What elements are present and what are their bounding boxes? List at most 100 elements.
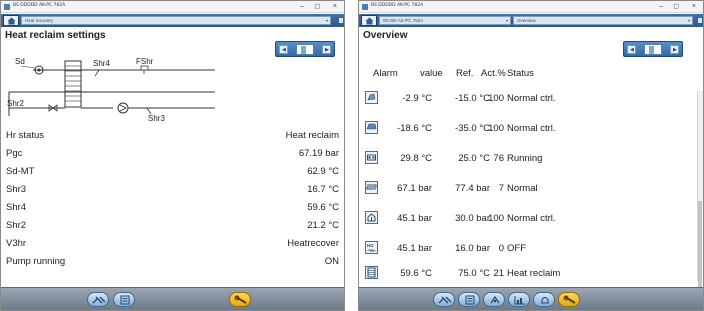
param-label: Pgc: [6, 148, 23, 159]
minimize-icon[interactable]: –: [300, 2, 304, 12]
list-button[interactable]: [113, 292, 135, 307]
param-value: 21.2 °C: [307, 220, 339, 231]
overview-row[interactable]: 45.1 bar 30.0 bar 100 Normal ctrl.: [359, 204, 703, 234]
next-page-button[interactable]: ▶: [670, 45, 679, 54]
hg-valve-icon: HG: [365, 241, 378, 254]
overview-row[interactable]: 67.1 bar 77.4 bar 7 Normal: [359, 174, 703, 204]
row-act: 0: [498, 243, 504, 254]
home-icon: [365, 17, 374, 25]
param-row-shr2[interactable]: Shr2 21.2 °C: [6, 217, 339, 235]
label-fshr: FShr: [136, 57, 154, 66]
chevron-down-icon: ▾: [687, 18, 690, 23]
row-status: OFF: [507, 243, 526, 254]
nav-scroll-right[interactable]: [698, 18, 702, 23]
navigation-bar: 00:000 AK-PC 782A ▾ Overview ▾: [359, 14, 703, 27]
footer-toolbar: [359, 287, 703, 310]
param-value: Heatrecover: [287, 238, 339, 249]
overview-row[interactable]: -2.9 °C -15.0 °C 100 Normal ctrl.: [359, 84, 703, 114]
nav-scroll-right[interactable]: [339, 18, 343, 23]
breadcrumb-label: Heat recovery: [25, 18, 54, 23]
param-label: Sd-MT: [6, 166, 35, 177]
chart-button[interactable]: [508, 292, 530, 307]
alarm-button[interactable]: [533, 292, 555, 307]
param-label: Hr status: [6, 130, 45, 141]
row-act: 100: [488, 213, 504, 224]
param-row-pgc[interactable]: Pgc 67.19 bar: [6, 145, 339, 163]
service-button[interactable]: [229, 292, 251, 307]
page-title: Overview: [363, 30, 408, 41]
next-page-button[interactable]: ▶: [322, 45, 331, 54]
maximize-icon[interactable]: ◻: [673, 2, 679, 12]
param-value: 62.9 °C: [307, 166, 339, 177]
param-label: Shr4: [6, 202, 27, 213]
vertical-scrollbar[interactable]: [697, 91, 703, 291]
scrollbar-thumb[interactable]: [698, 201, 702, 291]
home-button[interactable]: [361, 15, 377, 26]
receiver-icon: [365, 211, 378, 224]
wrench-icon: [234, 295, 247, 304]
chevron-down-icon: ▾: [505, 18, 508, 23]
prev-page-button[interactable]: ◀: [279, 45, 288, 54]
overview-window: BS DDDDD AK-PC 782A – ◻ × 00:000 AK-PC 7…: [358, 0, 704, 311]
param-row-shr3[interactable]: Shr3 16.7 °C: [6, 181, 339, 199]
defrost-icon: [490, 295, 500, 304]
row-act: 76: [493, 153, 504, 164]
param-row-shr4[interactable]: Shr4 59.6 °C: [6, 199, 339, 217]
breadcrumb-view[interactable]: Overview ▾: [513, 16, 693, 25]
chevron-down-icon: ▾: [325, 18, 328, 23]
row-status: Normal ctrl.: [507, 213, 556, 224]
param-label: Shr3: [6, 184, 27, 195]
row-act: 21: [493, 268, 504, 279]
tools-button[interactable]: [87, 292, 109, 307]
param-label: Shr2: [6, 220, 27, 231]
service-button[interactable]: [558, 292, 580, 307]
param-row-hr-status: Hr status Heat reclaim: [6, 127, 339, 145]
row-status: Normal ctrl.: [507, 93, 556, 104]
close-icon[interactable]: ×: [333, 2, 337, 12]
label-sd: Sd: [15, 57, 25, 66]
column-header-act: Act.%: [481, 68, 506, 79]
overview-row[interactable]: 29.8 °C 25.0 °C 76 Running: [359, 144, 703, 174]
heat-reclaim-icon: [365, 266, 378, 279]
cabinet-icon: [365, 91, 378, 104]
param-row-pump-running[interactable]: Pump running ON: [6, 253, 339, 271]
compressor-icon: [365, 151, 378, 164]
label-shr4: Shr4: [93, 59, 110, 68]
prev-page-button[interactable]: ◀: [627, 45, 636, 54]
arrow-left-icon: ◀: [282, 47, 286, 53]
wrench-icon: [563, 295, 576, 304]
breadcrumb-device[interactable]: 00:000 AK-PC 782A ▾: [379, 16, 511, 25]
minimize-icon[interactable]: –: [659, 2, 663, 12]
title-bar: BS DDDDD AK-PC 782A – ◻ ×: [1, 1, 344, 13]
breadcrumb[interactable]: Heat recovery ▾: [21, 16, 331, 25]
row-ref: 25.0 °C: [458, 153, 490, 164]
defrost-button[interactable]: [483, 292, 505, 307]
param-value: Heat reclaim: [285, 130, 339, 141]
navigation-bar: Heat recovery ▾: [1, 14, 344, 27]
row-value: -2.9 °C: [402, 93, 432, 104]
window-title: BS DDDDD AK-PC 782A: [13, 3, 66, 8]
tools-button[interactable]: [433, 292, 455, 307]
column-header-ref: Ref.: [456, 68, 474, 79]
param-row-sd-mt[interactable]: Sd-MT 62.9 °C: [6, 163, 339, 181]
param-value: 16.7 °C: [307, 184, 339, 195]
home-button[interactable]: [3, 15, 19, 26]
row-value: 29.8 °C: [400, 153, 432, 164]
label-shr2: Shr2: [7, 99, 24, 108]
row-ref: -15.0 °C: [455, 93, 490, 104]
overview-row[interactable]: 59.6 °C 75.0 °C 21 Heat reclaim: [359, 259, 703, 289]
row-act: 7: [498, 183, 504, 194]
close-icon[interactable]: ×: [692, 2, 696, 12]
overview-row[interactable]: -18.6 °C -35.0 °C 100 Normal ctrl.: [359, 114, 703, 144]
tools-icon: [438, 296, 452, 304]
maximize-icon[interactable]: ◻: [314, 2, 320, 12]
page-title: Heat reclaim settings: [5, 30, 106, 41]
list-button[interactable]: [458, 292, 480, 307]
param-value: 67.19 bar: [298, 148, 339, 159]
param-row-v3hr[interactable]: V3hr Heatrecover: [6, 235, 339, 253]
param-label: Pump running: [6, 256, 66, 267]
row-ref: 30.0 bar: [455, 213, 490, 224]
breadcrumb-device-label: 00:000 AK-PC 782A: [383, 18, 424, 23]
page-indicator: [644, 44, 662, 55]
app-icon: [362, 4, 368, 10]
